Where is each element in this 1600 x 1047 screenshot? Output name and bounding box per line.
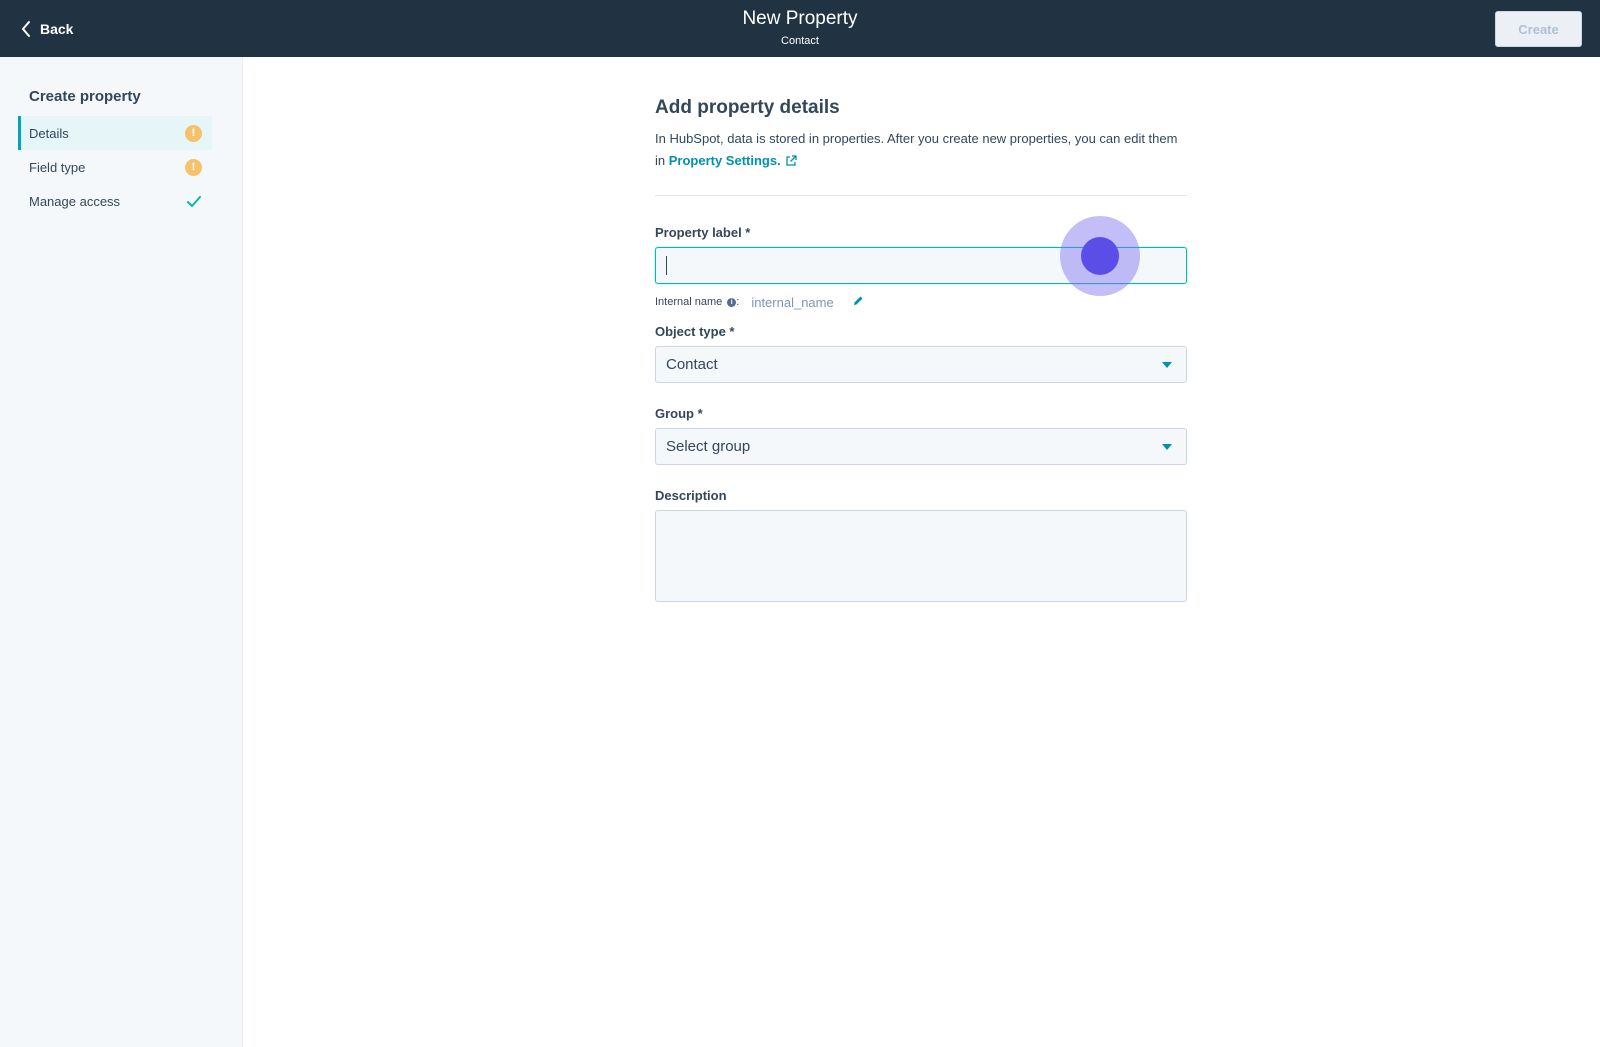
page-title: New Property <box>742 8 858 29</box>
property-settings-link[interactable]: Property Settings. <box>669 153 781 168</box>
text-caret <box>666 256 667 275</box>
group-select[interactable]: Select group <box>655 428 1187 465</box>
object-type-value: Contact <box>666 356 718 373</box>
sidebar-item-label: Details <box>29 125 69 141</box>
page-subtitle: Contact <box>781 35 819 47</box>
description-label: Description <box>655 488 727 503</box>
form-title: Add property details <box>655 97 840 118</box>
sidebar: Create property Details ! Field type ! M… <box>0 57 243 1047</box>
warning-icon: ! <box>185 159 202 176</box>
sidebar-title: Create property <box>29 88 141 105</box>
click-indicator-dot <box>1081 237 1119 275</box>
caret-down-icon <box>1162 444 1172 450</box>
internal-name-label: Internal name <box>655 296 723 308</box>
sidebar-item-label: Manage access <box>29 193 121 209</box>
description-textarea[interactable] <box>655 510 1187 602</box>
info-icon[interactable]: i <box>727 297 737 307</box>
property-form: Add property details In HubSpot, data is… <box>655 95 1187 602</box>
header-title-group: New Property Contact <box>0 8 1600 49</box>
warning-icon: ! <box>185 125 202 142</box>
pencil-icon[interactable] <box>852 295 864 310</box>
group-label: Group * <box>655 406 703 421</box>
internal-name-row: Internal name i: internal_name <box>655 294 1187 310</box>
object-type-field: Object type * Contact <box>655 323 1187 383</box>
group-value: Select group <box>666 438 751 455</box>
object-type-select[interactable]: Contact <box>655 346 1187 383</box>
top-bar: Back New Property Contact Create <box>0 0 1600 57</box>
sidebar-item-details[interactable]: Details ! <box>18 116 212 150</box>
form-description: In HubSpot, data is stored in properties… <box>655 128 1187 174</box>
object-type-label: Object type * <box>655 324 735 339</box>
group-field: Group * Select group <box>655 405 1187 465</box>
create-button[interactable]: Create <box>1495 11 1582 47</box>
description-field: Description <box>655 487 1187 602</box>
divider <box>655 195 1187 196</box>
caret-down-icon <box>1162 362 1172 368</box>
external-link-icon[interactable] <box>785 152 797 174</box>
internal-name-value: internal_name <box>751 294 834 310</box>
sidebar-item-label: Field type <box>29 159 86 175</box>
checkmark-icon <box>185 193 202 210</box>
sidebar-item-manage-access[interactable]: Manage access <box>18 184 212 218</box>
sidebar-item-field-type[interactable]: Field type ! <box>18 150 212 184</box>
